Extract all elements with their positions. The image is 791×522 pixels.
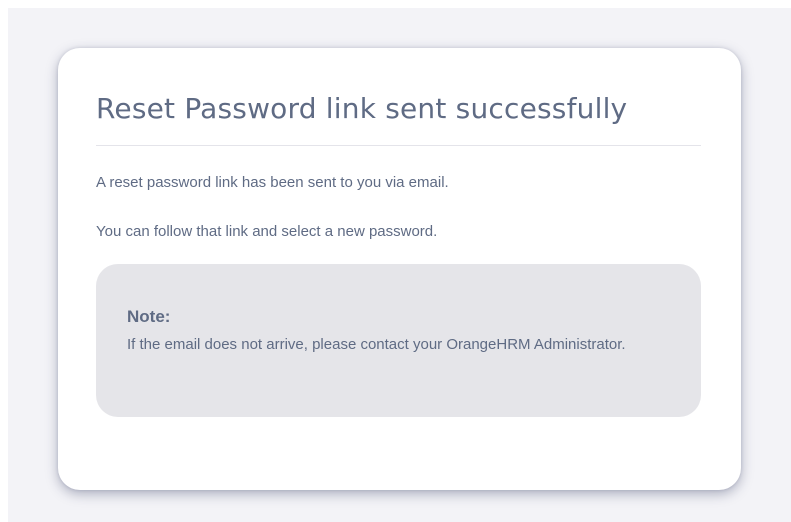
instruction-message: You can follow that link and select a ne…: [96, 223, 438, 240]
page-title: Reset Password link sent successfully: [96, 92, 628, 125]
note-box: Note: If the email does not arrive, plea…: [96, 264, 701, 417]
note-title: Note:: [127, 307, 171, 326]
confirmation-message: A reset password link has been sent to y…: [96, 174, 449, 191]
reset-confirmation-card: Reset Password link sent successfully A …: [58, 48, 741, 490]
note-text: If the email does not arrive, please con…: [127, 336, 626, 353]
title-divider: [96, 145, 701, 146]
